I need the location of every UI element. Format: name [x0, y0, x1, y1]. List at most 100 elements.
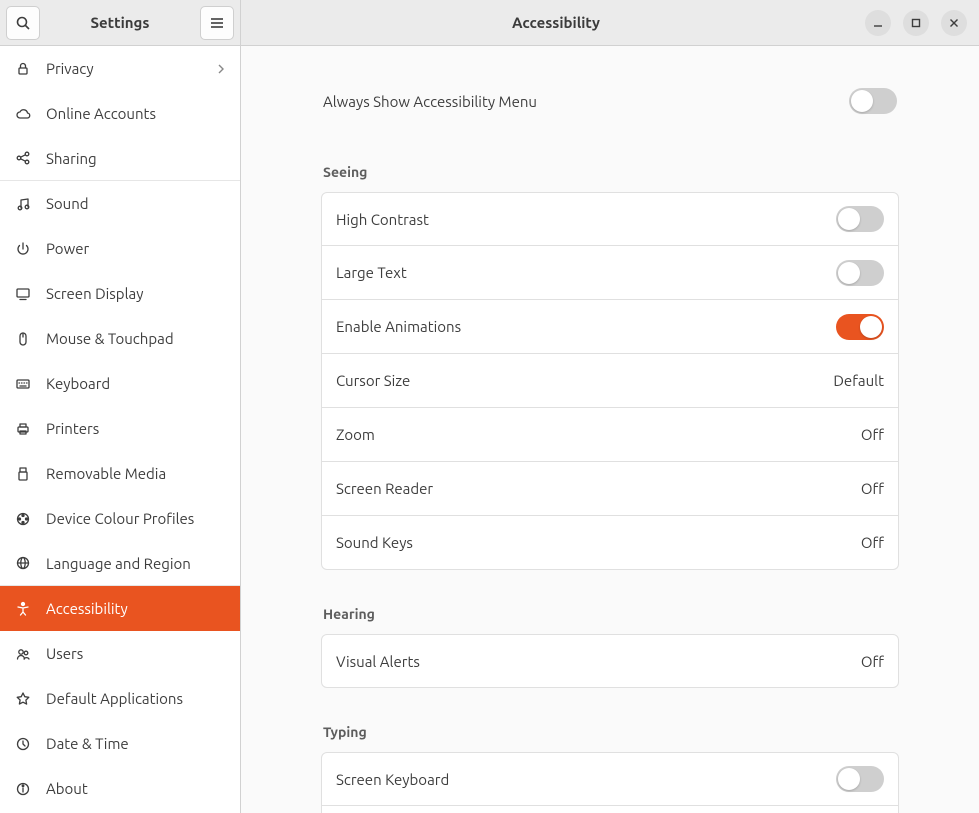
section-title-seeing: Seeing	[323, 164, 899, 180]
sidebar-item-label: Sound	[46, 195, 89, 212]
minimize-icon	[873, 18, 883, 28]
chevron-right-icon	[216, 64, 226, 74]
users-icon	[14, 646, 32, 662]
keyboard-icon	[14, 376, 32, 392]
accessibility-icon	[14, 601, 32, 617]
sidebar-item-mouse-touchpad[interactable]: Mouse & Touchpad	[0, 316, 240, 361]
row-enable-animations[interactable]: Enable Animations	[321, 300, 899, 354]
sidebar: Settings Privacy Online Accounts Sharing…	[0, 0, 241, 813]
always-show-switch[interactable]	[849, 88, 897, 114]
sidebar-item-privacy[interactable]: Privacy	[0, 46, 240, 91]
screen-reader-value: Off	[861, 480, 884, 497]
sidebar-item-label: Default Applications	[46, 690, 183, 707]
hamburger-icon	[209, 15, 225, 31]
close-icon	[949, 18, 959, 28]
display-icon	[14, 286, 32, 302]
power-icon	[14, 241, 32, 257]
screen-reader-label: Screen Reader	[336, 480, 861, 497]
sidebar-item-label: Date & Time	[46, 735, 129, 752]
row-repeat-keys[interactable]: Repeat Keys On	[321, 806, 899, 813]
globe-icon	[14, 555, 32, 571]
usb-icon	[14, 466, 32, 482]
info-icon	[14, 781, 32, 797]
colour-icon	[14, 511, 32, 527]
enable-animations-label: Enable Animations	[336, 318, 836, 335]
window-controls	[865, 10, 973, 36]
sidebar-item-date-time[interactable]: Date & Time	[0, 721, 240, 766]
search-icon	[15, 15, 31, 31]
cloud-icon	[14, 106, 32, 122]
sidebar-item-label: About	[46, 780, 88, 797]
row-screen-keyboard[interactable]: Screen Keyboard	[321, 752, 899, 806]
sidebar-item-default-applications[interactable]: Default Applications	[0, 676, 240, 721]
sidebar-item-about[interactable]: About	[0, 766, 240, 811]
content-header: Accessibility	[241, 0, 979, 46]
high-contrast-label: High Contrast	[336, 211, 836, 228]
page-title: Accessibility	[247, 14, 865, 31]
row-visual-alerts[interactable]: Visual Alerts Off	[321, 634, 899, 688]
sidebar-header: Settings	[0, 0, 240, 46]
sidebar-item-power[interactable]: Power	[0, 226, 240, 271]
music-icon	[14, 196, 32, 212]
section-title-typing: Typing	[323, 724, 899, 740]
cursor-size-value: Default	[833, 372, 884, 389]
row-high-contrast[interactable]: High Contrast	[321, 192, 899, 246]
sidebar-item-label: Printers	[46, 420, 99, 437]
sidebar-item-label: Users	[46, 645, 83, 662]
sidebar-item-label: Device Colour Profiles	[46, 510, 194, 527]
maximize-icon	[911, 18, 921, 28]
large-text-switch[interactable]	[836, 260, 884, 286]
lock-icon	[14, 61, 32, 77]
row-large-text[interactable]: Large Text	[321, 246, 899, 300]
sidebar-item-language-and-region[interactable]: Language and Region	[0, 541, 240, 586]
section-title-hearing: Hearing	[323, 606, 899, 622]
sidebar-item-removable-media[interactable]: Removable Media	[0, 451, 240, 496]
enable-animations-switch[interactable]	[836, 314, 884, 340]
row-screen-reader[interactable]: Screen Reader Off	[321, 462, 899, 516]
sidebar-item-users[interactable]: Users	[0, 631, 240, 676]
zoom-label: Zoom	[336, 426, 861, 443]
menu-button[interactable]	[200, 6, 234, 40]
sidebar-item-label: Power	[46, 240, 89, 257]
sidebar-item-label: Keyboard	[46, 375, 110, 392]
printer-icon	[14, 421, 32, 437]
sidebar-item-label: Screen Display	[46, 285, 143, 302]
row-cursor-size[interactable]: Cursor Size Default	[321, 354, 899, 408]
search-button[interactable]	[6, 6, 40, 40]
sidebar-item-label: Online Accounts	[46, 105, 156, 122]
screen-keyboard-label: Screen Keyboard	[336, 771, 836, 788]
mouse-icon	[14, 331, 32, 347]
minimize-button[interactable]	[865, 10, 891, 36]
sidebar-item-screen-display[interactable]: Screen Display	[0, 271, 240, 316]
star-icon	[14, 691, 32, 707]
clock-icon	[14, 736, 32, 752]
close-button[interactable]	[941, 10, 967, 36]
sidebar-item-accessibility[interactable]: Accessibility	[0, 586, 240, 631]
sidebar-item-sound[interactable]: Sound	[0, 181, 240, 226]
sidebar-item-printers[interactable]: Printers	[0, 406, 240, 451]
maximize-button[interactable]	[903, 10, 929, 36]
content-body: Always Show Accessibility Menu Seeing Hi…	[241, 46, 979, 813]
zoom-value: Off	[861, 426, 884, 443]
sidebar-item-label: Removable Media	[46, 465, 166, 482]
always-show-label: Always Show Accessibility Menu	[323, 93, 849, 110]
sidebar-item-sharing[interactable]: Sharing	[0, 136, 240, 181]
sidebar-item-device-colour-profiles[interactable]: Device Colour Profiles	[0, 496, 240, 541]
sidebar-item-label: Sharing	[46, 150, 97, 167]
large-text-label: Large Text	[336, 264, 836, 281]
sidebar-item-label: Accessibility	[46, 600, 128, 617]
sidebar-item-label: Language and Region	[46, 555, 191, 572]
always-show-accessibility-row: Always Show Accessibility Menu	[321, 74, 899, 128]
row-zoom[interactable]: Zoom Off	[321, 408, 899, 462]
sidebar-item-online-accounts[interactable]: Online Accounts	[0, 91, 240, 136]
visual-alerts-value: Off	[861, 653, 884, 670]
high-contrast-switch[interactable]	[836, 206, 884, 232]
share-icon	[14, 150, 32, 166]
sidebar-item-label: Privacy	[46, 60, 94, 77]
sidebar-list: Privacy Online Accounts Sharing Sound Po…	[0, 46, 240, 813]
sound-keys-label: Sound Keys	[336, 534, 861, 551]
sidebar-item-keyboard[interactable]: Keyboard	[0, 361, 240, 406]
row-sound-keys[interactable]: Sound Keys Off	[321, 516, 899, 570]
sound-keys-value: Off	[861, 534, 884, 551]
screen-keyboard-switch[interactable]	[836, 766, 884, 792]
